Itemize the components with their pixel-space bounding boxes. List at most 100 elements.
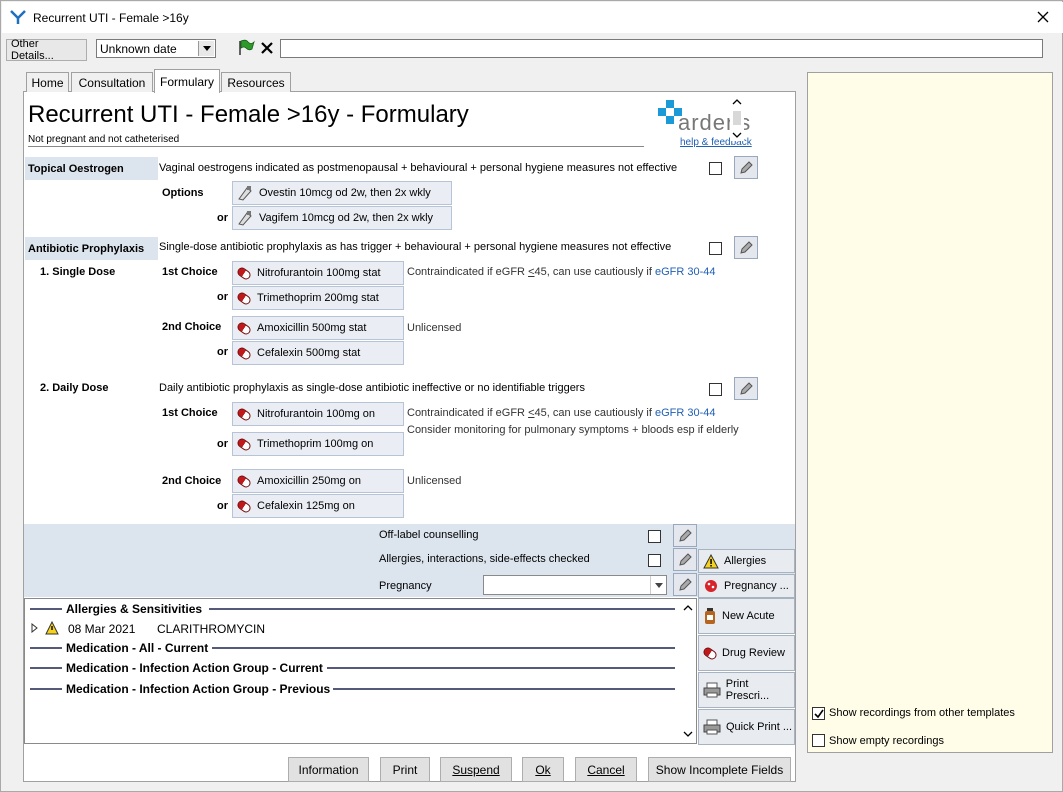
- allergy-warning-icon: [45, 621, 59, 635]
- drug-review-button[interactable]: Drug Review: [698, 635, 795, 671]
- new-acute-button[interactable]: New Acute: [698, 598, 795, 634]
- quick-print-button[interactable]: Quick Print ...: [698, 709, 795, 745]
- record-section-heading: Medication - All - Current: [66, 641, 209, 655]
- prophylaxis-description: Single-dose antibiotic prophylaxis as ha…: [159, 241, 672, 253]
- drug-amoxicillin-on-button[interactable]: Amoxicillin 250mg on: [232, 469, 404, 493]
- unlicensed-note: Unlicensed: [407, 322, 462, 334]
- capsule-icon: [235, 436, 253, 452]
- daily-edit-button[interactable]: [734, 377, 758, 400]
- allergy-name: CLARITHROMYCIN: [157, 622, 266, 636]
- nitrofurantoin-note: Contraindicated if eGFR <45, can use cau…: [407, 266, 716, 278]
- expand-icon[interactable]: [31, 623, 39, 633]
- pregnancy-icon: [705, 580, 717, 592]
- note-text: Contraindicated if eGFR: [407, 266, 529, 278]
- print-button[interactable]: Print: [380, 757, 430, 782]
- single-dose-heading: 1. Single Dose: [40, 266, 116, 278]
- cream-tube-icon: [238, 211, 252, 226]
- allergy-date: 08 Mar 2021: [68, 622, 136, 636]
- drug-nitrofurantoin-on-button[interactable]: Nitrofurantoin 100mg on: [232, 402, 404, 426]
- offlabel-checkbox[interactable]: [648, 530, 661, 543]
- capsule-icon: [235, 473, 253, 489]
- allergies-checked-edit-button[interactable]: [673, 548, 697, 571]
- capsule-icon: [235, 320, 253, 336]
- free-text-input[interactable]: [280, 39, 1043, 58]
- title-bar: Recurrent UTI - Female >16y: [2, 2, 1063, 33]
- drug-cefalexin-stat-button[interactable]: Cefalexin 500mg stat: [232, 341, 404, 365]
- daily-description: Daily antibiotic prophylaxis as single-d…: [159, 382, 585, 394]
- logo-scrollbar[interactable]: [730, 97, 744, 141]
- capsule-icon: [235, 345, 253, 361]
- pregnancy-select[interactable]: [483, 575, 667, 595]
- pregnancy-button[interactable]: Pregnancy ...: [698, 574, 795, 598]
- ok-button[interactable]: Ok: [522, 757, 564, 782]
- pencil-icon: [740, 240, 753, 254]
- show-empty-label: Show empty recordings: [829, 735, 944, 747]
- daily-checkbox[interactable]: [709, 383, 722, 396]
- tab-resources[interactable]: Resources: [221, 72, 291, 92]
- drug-trimethoprim-on-button[interactable]: Trimethoprim 100mg on: [232, 432, 404, 456]
- drug-amoxicillin-stat-button[interactable]: Amoxicillin 500mg stat: [232, 316, 404, 340]
- section-rule: [30, 608, 62, 610]
- capsule-icon: [235, 406, 253, 422]
- capsule-icon: [235, 265, 253, 281]
- cream-tube-icon: [238, 186, 252, 201]
- information-button[interactable]: Information: [288, 757, 369, 782]
- drug-cefalexin-on-button[interactable]: Cefalexin 125mg on: [232, 494, 404, 518]
- capsule-icon: [235, 290, 253, 306]
- pregnancy-label: Pregnancy: [379, 580, 432, 592]
- tab-home[interactable]: Home: [26, 72, 69, 92]
- prophylaxis-edit-button[interactable]: [734, 236, 758, 259]
- pencil-icon: [679, 528, 692, 542]
- printer-icon: [703, 682, 721, 698]
- printer-icon: [703, 719, 721, 735]
- button-label: New Acute: [722, 610, 775, 622]
- drug-label: Nitrofurantoin 100mg on: [257, 408, 376, 420]
- title-divider: [28, 146, 644, 147]
- window: Recurrent UTI - Female >16y Other Detail…: [0, 0, 1063, 792]
- show-empty-checkbox[interactable]: [812, 734, 825, 747]
- show-incomplete-fields-button[interactable]: Show Incomplete Fields: [648, 757, 791, 782]
- prophylaxis-checkbox[interactable]: [709, 242, 722, 255]
- allergies-checked-checkbox[interactable]: [648, 554, 661, 567]
- app-logo-icon: [10, 10, 26, 24]
- section-rule: [30, 647, 62, 649]
- drug-trimethoprim-stat-button[interactable]: Trimethoprim 200mg stat: [232, 286, 404, 310]
- close-icon[interactable]: [1037, 11, 1049, 23]
- tab-label: Home: [31, 75, 64, 90]
- topical-checkbox[interactable]: [709, 162, 722, 175]
- show-recordings-checkbox[interactable]: [812, 707, 825, 720]
- other-details-button[interactable]: Other Details...: [6, 38, 87, 62]
- drug-label: Trimethoprim 100mg on: [257, 438, 374, 450]
- offlabel-edit-button[interactable]: [673, 524, 697, 547]
- topical-edit-button[interactable]: [734, 156, 758, 179]
- note-text: 45, can use cautiously if: [534, 407, 655, 419]
- daily-dose-heading: 2. Daily Dose: [40, 382, 109, 394]
- suspend-button[interactable]: Suspend: [440, 757, 512, 782]
- show-recordings-label: Show recordings from other templates: [829, 707, 1015, 719]
- chevron-down-icon[interactable]: [198, 41, 214, 56]
- or-label: or: [217, 346, 228, 358]
- capsule-icon: [235, 498, 253, 514]
- tab-formulary[interactable]: Formulary: [154, 69, 220, 93]
- drug-ovestin-button[interactable]: Ovestin 10mcg od 2w, then 2x wkly: [232, 181, 452, 205]
- egfr-link[interactable]: eGFR 30-44: [655, 266, 716, 278]
- print-prescription-button[interactable]: Print Prescri...: [698, 672, 795, 708]
- egfr-link[interactable]: eGFR 30-44: [655, 407, 716, 419]
- or-label: or: [217, 291, 228, 303]
- page-title: Recurrent UTI - Female >16y - Formulary: [28, 101, 469, 128]
- clear-icon[interactable]: [260, 41, 274, 55]
- cancel-button[interactable]: Cancel: [575, 757, 637, 782]
- date-select[interactable]: Unknown date: [96, 39, 216, 58]
- allergies-button[interactable]: Allergies: [698, 549, 795, 573]
- pregnancy-edit-button[interactable]: [673, 573, 697, 596]
- drug-vagifem-button[interactable]: Vagifem 10mcg od 2w, then 2x wkly: [232, 206, 452, 230]
- or-label: or: [217, 500, 228, 512]
- chevron-down-icon[interactable]: [650, 576, 666, 594]
- tab-consultation[interactable]: Consultation: [71, 72, 153, 92]
- drug-label: Amoxicillin 500mg stat: [257, 322, 367, 334]
- drug-label: Cefalexin 125mg on: [257, 500, 355, 512]
- flag-icon[interactable]: [237, 39, 255, 57]
- drug-nitrofurantoin-stat-button[interactable]: Nitrofurantoin 100mg stat: [232, 261, 404, 285]
- record-scrollbar[interactable]: [680, 599, 696, 743]
- button-label: Allergies: [724, 555, 767, 567]
